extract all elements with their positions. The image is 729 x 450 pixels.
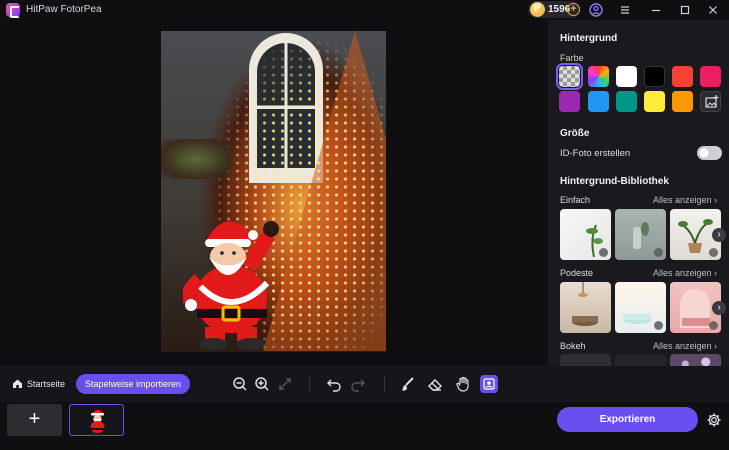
garland xyxy=(161,139,231,179)
home-icon xyxy=(13,379,22,388)
category-einfach-title: Einfach xyxy=(560,195,591,205)
menu-icon[interactable] xyxy=(617,2,633,18)
color-label: Farbe xyxy=(560,53,584,63)
library-title: Hintergrund-Bibliothek xyxy=(560,176,669,187)
user-icon[interactable] xyxy=(588,2,604,18)
filmstrip: + Exportieren xyxy=(0,402,729,450)
thumb-bokeh-2[interactable] xyxy=(615,354,666,366)
id-photo-label: ID-Foto erstellen xyxy=(560,148,631,159)
zoom-in-icon[interactable] xyxy=(253,375,271,393)
swatch-black[interactable] xyxy=(644,66,665,87)
swatch-red[interactable] xyxy=(672,66,693,87)
settings-gear-icon[interactable] xyxy=(706,412,722,428)
app-title: HitPaw FotorPea xyxy=(26,4,102,15)
background-title: Hintergrund xyxy=(560,33,618,44)
brush-icon[interactable] xyxy=(399,375,417,393)
fit-screen-icon[interactable] xyxy=(276,375,294,393)
size-title: Größe xyxy=(560,128,590,139)
close-icon[interactable] xyxy=(705,2,721,18)
swatch-teal[interactable] xyxy=(616,91,637,112)
canvas-area[interactable] xyxy=(0,20,548,366)
santa-thumbnail xyxy=(90,409,105,436)
santa-figure xyxy=(183,221,279,350)
podeste-next-arrow[interactable]: › xyxy=(712,301,726,315)
minimize-icon[interactable] xyxy=(648,2,664,18)
category-podeste-title: Podeste xyxy=(560,268,594,278)
thumb-bokeh-1[interactable] xyxy=(560,354,611,366)
see-all-bokeh[interactable]: Alles anzeigen › xyxy=(653,341,717,351)
thumb-einfach-1[interactable] xyxy=(560,209,611,260)
export-button[interactable]: Exportieren xyxy=(557,407,698,432)
swatch-transparent[interactable] xyxy=(556,63,583,90)
compare-icon xyxy=(483,378,495,390)
thumb-podeste-1[interactable] xyxy=(560,282,611,333)
undo-icon[interactable] xyxy=(325,375,343,393)
swatch-white[interactable] xyxy=(616,66,637,87)
id-photo-toggle[interactable] xyxy=(697,146,722,160)
thumb-bokeh-3[interactable] xyxy=(670,354,721,366)
redo-icon[interactable] xyxy=(349,375,367,393)
background-panel: Hintergrund Farbe Größe ID-Foto erstelle… xyxy=(548,20,729,366)
swatch-pink[interactable] xyxy=(700,66,721,87)
eraser-icon[interactable] xyxy=(426,375,444,393)
thumb-einfach-2[interactable] xyxy=(615,209,666,260)
swatch-blue[interactable] xyxy=(588,91,609,112)
home-label: Startseite xyxy=(27,379,66,389)
category-bokeh-title: Bokeh xyxy=(560,341,586,351)
hand-pan-icon[interactable] xyxy=(454,375,472,393)
title-bar: HitPaw FotorPea 1596 + xyxy=(0,0,729,20)
bottom-toolbar: Startseite Stapelweise importieren xyxy=(0,366,729,402)
edited-photo[interactable] xyxy=(161,31,386,352)
toolbar-divider xyxy=(384,377,385,391)
coin-icon xyxy=(530,2,545,17)
einfach-next-arrow[interactable]: › xyxy=(712,228,726,242)
batch-import-button[interactable]: Stapelweise importieren xyxy=(76,374,190,394)
compare-tool-button[interactable] xyxy=(480,375,498,393)
zoom-out-icon[interactable] xyxy=(231,375,249,393)
swatch-orange[interactable] xyxy=(672,91,693,112)
see-all-podeste[interactable]: Alles anzeigen › xyxy=(653,268,717,278)
swatch-purple[interactable] xyxy=(559,91,580,112)
toolbar-divider xyxy=(309,377,310,391)
add-credits-button[interactable]: + xyxy=(567,3,580,16)
swatch-yellow[interactable] xyxy=(644,91,665,112)
add-image-button[interactable]: + xyxy=(7,404,62,436)
image-upload-icon xyxy=(705,95,719,108)
see-all-einfach[interactable]: Alles anzeigen › xyxy=(653,195,717,205)
maximize-icon[interactable] xyxy=(677,2,693,18)
upload-background-button[interactable] xyxy=(700,91,721,112)
app-logo xyxy=(6,3,20,18)
thumb-podeste-2[interactable] xyxy=(615,282,666,333)
image-thumbnail-selected[interactable] xyxy=(69,404,124,436)
swatch-custom-color[interactable] xyxy=(588,66,609,87)
